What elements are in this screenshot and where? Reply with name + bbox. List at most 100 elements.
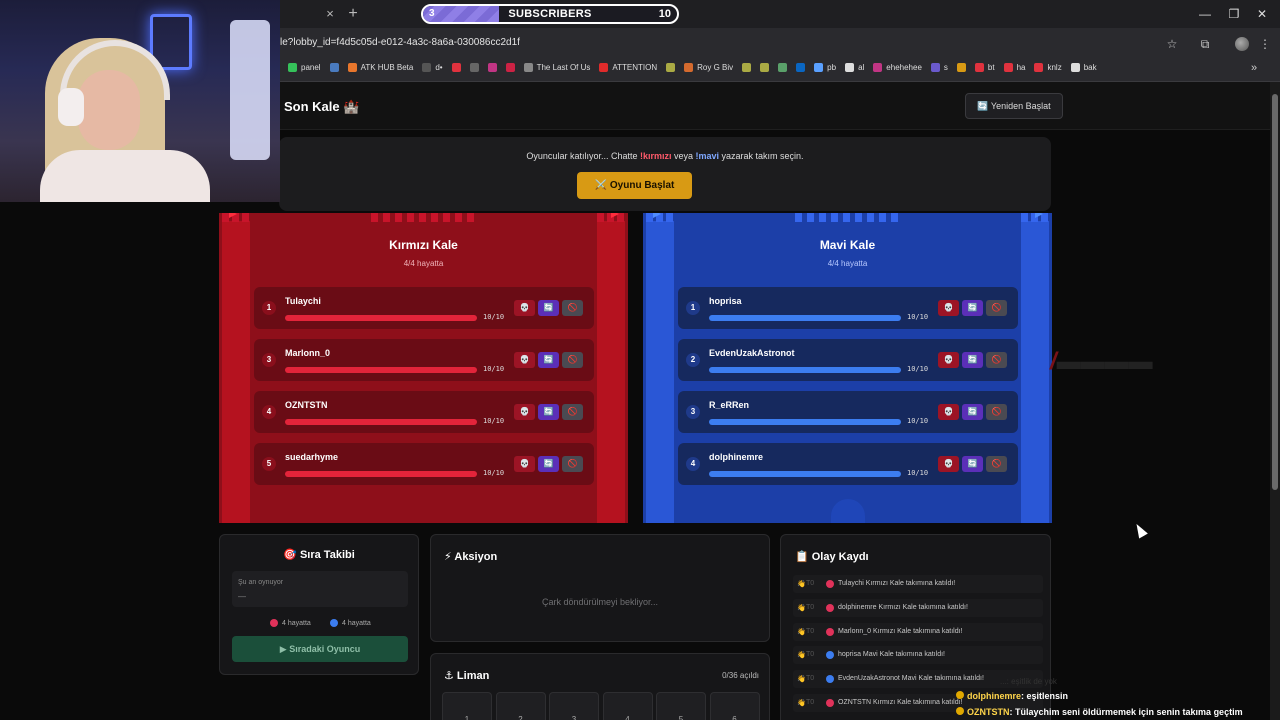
kill-player-button[interactable]: 💀 [514,300,535,316]
harbor-slot[interactable]: 3 [549,692,599,720]
browser-menu-icon[interactable]: ⋮ [1257,36,1273,52]
swap-team-button[interactable]: 🔄 [962,352,983,368]
kill-player-button[interactable]: 💀 [514,456,535,472]
kill-player-button[interactable]: 💀 [938,352,959,368]
bookmark-item[interactable] [760,63,770,72]
bookmark-item[interactable]: ha [1003,63,1025,72]
bookmark-item[interactable] [666,63,676,72]
bookmark-favicon-icon [930,63,940,72]
kill-player-button[interactable]: 💀 [938,456,959,472]
bookmark-item[interactable]: Roy G Biv [684,63,733,72]
bookmark-item[interactable] [778,63,788,72]
kill-player-button[interactable]: 💀 [938,404,959,420]
bookmark-item[interactable] [469,63,479,72]
restart-button[interactable]: 🔄 Yeniden Başlat [965,93,1063,119]
restore-icon[interactable]: ❐ [1226,6,1242,22]
remove-player-button[interactable]: 🚫 [562,300,583,316]
bookmark-favicon-icon [796,63,806,72]
remove-player-button[interactable]: 🚫 [562,404,583,420]
harbor-slot[interactable]: 6 [709,692,760,720]
log-entry: 👋 T0 dolphinemre Kırmızı Kale takımına kat… [793,598,1043,617]
more-bookmarks-icon[interactable]: » [1251,62,1257,74]
scrollbar-thumb[interactable] [1272,94,1278,490]
start-game-button[interactable]: ⚔️ Oyunu Başlat [577,172,692,199]
harbor-slot[interactable]: 1 [442,692,492,720]
bookmark-item[interactable] [796,63,806,72]
castle-flag-icon [1035,213,1043,218]
kill-player-button[interactable]: 💀 [514,404,535,420]
bookmark-star-icon[interactable]: ☆ [1164,36,1180,52]
bookmark-favicon-icon [956,63,966,72]
swap-team-button[interactable]: 🔄 [962,404,983,420]
extensions-icon[interactable]: ⧉ [1197,36,1213,52]
player-hp-bar [285,419,477,425]
remove-player-button[interactable]: 🚫 [986,352,1007,368]
kill-player-button[interactable]: 💀 [514,352,535,368]
lobby-text-pre: Oyuncular katılıyor... Chatte [526,151,640,161]
castle-merlon [419,213,426,222]
player-hp: 10/10 [907,417,929,425]
bookmark-item[interactable]: d• [422,63,443,72]
bookmark-item[interactable]: bak [1070,63,1097,72]
castle-merlon [831,213,838,222]
bookmark-item[interactable] [329,63,339,72]
bookmark-item[interactable]: al [845,63,864,72]
remove-player-button[interactable]: 🚫 [986,300,1007,316]
harbor-slot[interactable]: 4 [602,692,653,720]
bookmark-label: al [858,63,865,72]
next-player-button[interactable]: ▶ Sıradaki Oyuncu [232,636,408,662]
castle-merlon [395,213,402,222]
bookmark-item[interactable] [505,63,515,72]
swap-team-button[interactable]: 🔄 [962,300,983,316]
bookmark-item[interactable]: ATK HUB Beta [347,63,413,72]
harbor-slot[interactable]: 2 [495,692,546,720]
player-hp: 10/10 [907,313,929,321]
bookmark-item[interactable]: ATTENTION [599,63,657,72]
profile-avatar[interactable] [1235,37,1249,51]
bookmark-item[interactable]: panel [288,63,321,72]
app-title: Son Kale 🏰 [284,99,360,114]
remove-player-button[interactable]: 🚫 [986,404,1007,420]
castle-merlon [807,213,814,222]
castle-merlon [455,213,462,222]
bookmark-item[interactable] [487,63,497,72]
player-name: suedarhyme [285,452,339,462]
bookmark-favicon-icon [288,63,297,72]
player-hp-bar [285,471,477,477]
log-time: T0 [806,699,815,706]
bookmark-item[interactable] [742,63,752,72]
player-name: Tulaychi [285,296,321,306]
bookmark-item[interactable]: bt [974,63,995,72]
bookmark-item[interactable] [451,63,461,72]
bookmark-label: s [943,63,948,72]
minimize-icon[interactable]: — [1197,6,1213,22]
tab-close-icon[interactable]: × [322,6,338,22]
team-dot-icon [826,580,834,588]
castle-merlon [222,213,229,222]
harbor-slot[interactable]: 5 [656,692,706,720]
swap-team-button[interactable]: 🔄 [538,352,559,368]
bookmark-item[interactable]: The Last Of Us [523,63,590,72]
close-window-icon[interactable]: ✕ [1254,6,1270,22]
new-tab-button[interactable]: + [345,5,361,23]
bookmark-item[interactable]: ehehehee [873,63,922,72]
swap-team-button[interactable]: 🔄 [962,456,983,472]
kill-player-button[interactable]: 💀 [938,300,959,316]
bookmark-item[interactable]: s [930,63,948,72]
bookmark-item[interactable]: knlz [1034,63,1062,72]
bookmark-item[interactable]: pb [814,63,836,72]
team-dot-icon [826,603,834,612]
red-castle-title: Kırmızı Kale [389,238,458,252]
player-number: 5 [262,457,276,471]
bookmark-favicon-icon [1003,63,1013,72]
url-field[interactable]: le?lobby_id=f4d5c05d-e012-4a3c-8a6a-0300… [280,37,520,48]
swap-team-button[interactable]: 🔄 [538,404,559,420]
castle-merlon [867,213,874,222]
bookmark-item[interactable] [956,63,966,72]
remove-player-button[interactable]: 🚫 [562,352,583,368]
page-scrollbar[interactable] [1270,82,1280,720]
remove-player-button[interactable]: 🚫 [562,456,583,472]
swap-team-button[interactable]: 🔄 [538,456,559,472]
remove-player-button[interactable]: 🚫 [986,456,1007,472]
swap-team-button[interactable]: 🔄 [538,300,559,316]
